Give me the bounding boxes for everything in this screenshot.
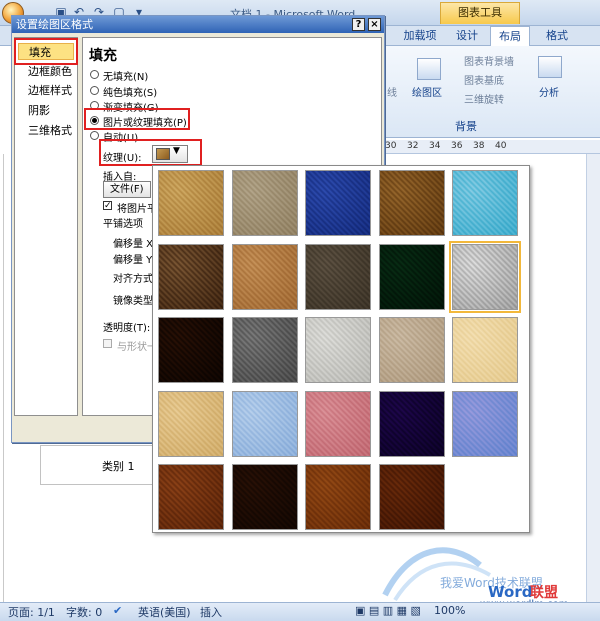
section-title: 填充 [89,48,117,64]
texture-tile-pink-tissue[interactable] [305,390,371,457]
status-zoom[interactable]: 100% [434,604,465,617]
rotate-with-shape-label: 与形状一 [117,342,157,353]
ruler-mark: 38 [473,141,485,151]
tab-addins[interactable]: 加载项 [400,26,440,46]
texture-tile-green-marble[interactable] [378,243,445,310]
tab-layout[interactable]: 布局 [490,26,530,46]
texture-tile-oak[interactable] [305,464,371,530]
status-language[interactable]: 英语(美国) [138,604,191,620]
ribbon-line-label: 线 [387,88,397,99]
plot-area-button[interactable]: 绘图区 [412,84,442,99]
wordlm-watermark-logo: 我爱Word技术联盟 Word 联盟 www.wordlm.com [382,547,568,605]
page-edge [3,154,4,604]
ruler-mark: 32 [407,141,419,151]
ruler-mark: 40 [495,141,507,151]
nav-item-border-style[interactable]: 边框样式 [18,82,74,99]
chart-tools-header: 图表工具 [440,2,520,24]
file-button[interactable]: 文件(F) [103,181,151,198]
texture-tile-parchment[interactable] [378,317,445,383]
rotate-with-shape-checkbox[interactable] [103,339,112,348]
texture-tile-canvas[interactable] [231,170,298,236]
texture-tile-recycled-paper[interactable] [158,243,224,310]
analysis-button[interactable]: 分析 [539,84,559,99]
chart-object[interactable] [40,445,160,485]
label-no-fill: 无填充(N) [103,72,149,83]
alignment-label: 对齐方式 [113,274,153,285]
texture-tile-sand[interactable] [305,243,371,310]
offset-y-label: 偏移量 Y [113,255,153,266]
vertical-scrollbar[interactable] [586,154,600,604]
texture-tile-purple-mesh[interactable] [378,390,445,457]
horizontal-ruler[interactable]: 30 32 34 36 38 40 [385,140,600,154]
texture-tile-brown-marble[interactable] [158,317,224,383]
close-button[interactable]: × [368,18,381,31]
analysis-icon[interactable] [538,56,562,78]
texture-tile-white-marble[interactable] [449,240,521,313]
texture-tile-granite[interactable] [231,317,298,383]
nav-item-border-color[interactable]: 边框颜色 [18,63,74,80]
texture-tile-bouquet[interactable] [452,390,518,457]
texture-tile-newsprint[interactable] [305,317,371,383]
mirror-type-label: 镜像类型 [113,296,153,307]
radio-automatic-fill[interactable] [90,131,99,140]
transparency-label: 透明度(T): [103,323,151,334]
dialog-title: 设置绘图区格式 [12,16,384,33]
view-buttons-icon[interactable]: ▣ ▤ ▥ ▦ ▧ [355,604,421,617]
texture-tile-fish-fossil[interactable] [231,243,298,310]
highlight-fill-nav [14,38,78,65]
chart-floor-button[interactable]: 图表基底 [464,72,504,87]
offset-x-label: 偏移量 X [113,239,154,250]
texture-tile-papyrus[interactable] [158,170,224,236]
3d-rotation-button[interactable]: 三维旋转 [464,91,504,106]
status-insert-mode[interactable]: 插入 [200,604,222,620]
radio-solid-fill[interactable] [90,86,99,95]
texture-tile-water-droplets[interactable] [452,170,518,236]
texture-tile-stationery[interactable] [158,390,224,457]
help-button[interactable]: ? [352,18,365,31]
status-page[interactable]: 页面: 1/1 [8,604,55,620]
status-word-count[interactable]: 字数: 0 [66,604,102,620]
texture-tile-cream-paper[interactable] [452,317,518,383]
ruler-mark: 34 [429,141,441,151]
highlight-texture [99,139,202,166]
nav-item-shadow[interactable]: 阴影 [18,102,74,119]
background-group-label: 背景 [455,120,477,133]
tile-picture-label: 将图片平 [117,204,157,215]
texture-tile-medium-wood[interactable] [378,464,445,530]
texture-tile-woven-mat[interactable] [378,170,445,236]
chart-wall-button[interactable]: 图表背景墙 [464,53,514,68]
label-solid-fill: 纯色填充(S) [103,88,158,99]
proofing-icon[interactable]: ✔ [113,604,122,617]
plot-area-icon[interactable] [417,58,441,80]
texture-tile-cork[interactable] [158,464,224,530]
tiling-options-title: 平铺选项 [103,219,143,230]
tile-picture-checkbox[interactable]: ✓ [103,201,112,211]
highlight-picture-fill [84,108,190,130]
texture-tile-denim[interactable] [305,170,371,236]
tab-design[interactable]: 设计 [448,26,486,46]
texture-tile-walnut[interactable] [231,464,298,530]
texture-tile-blue-tissue[interactable] [231,390,298,457]
ruler-mark: 30 [385,141,397,151]
ruler-mark: 36 [451,141,463,151]
tab-format[interactable]: 格式 [538,26,576,46]
radio-no-fill[interactable] [90,70,99,79]
chart-category-label: 类别 1 [102,460,135,473]
nav-item-3d-format[interactable]: 三维格式 [18,122,74,139]
